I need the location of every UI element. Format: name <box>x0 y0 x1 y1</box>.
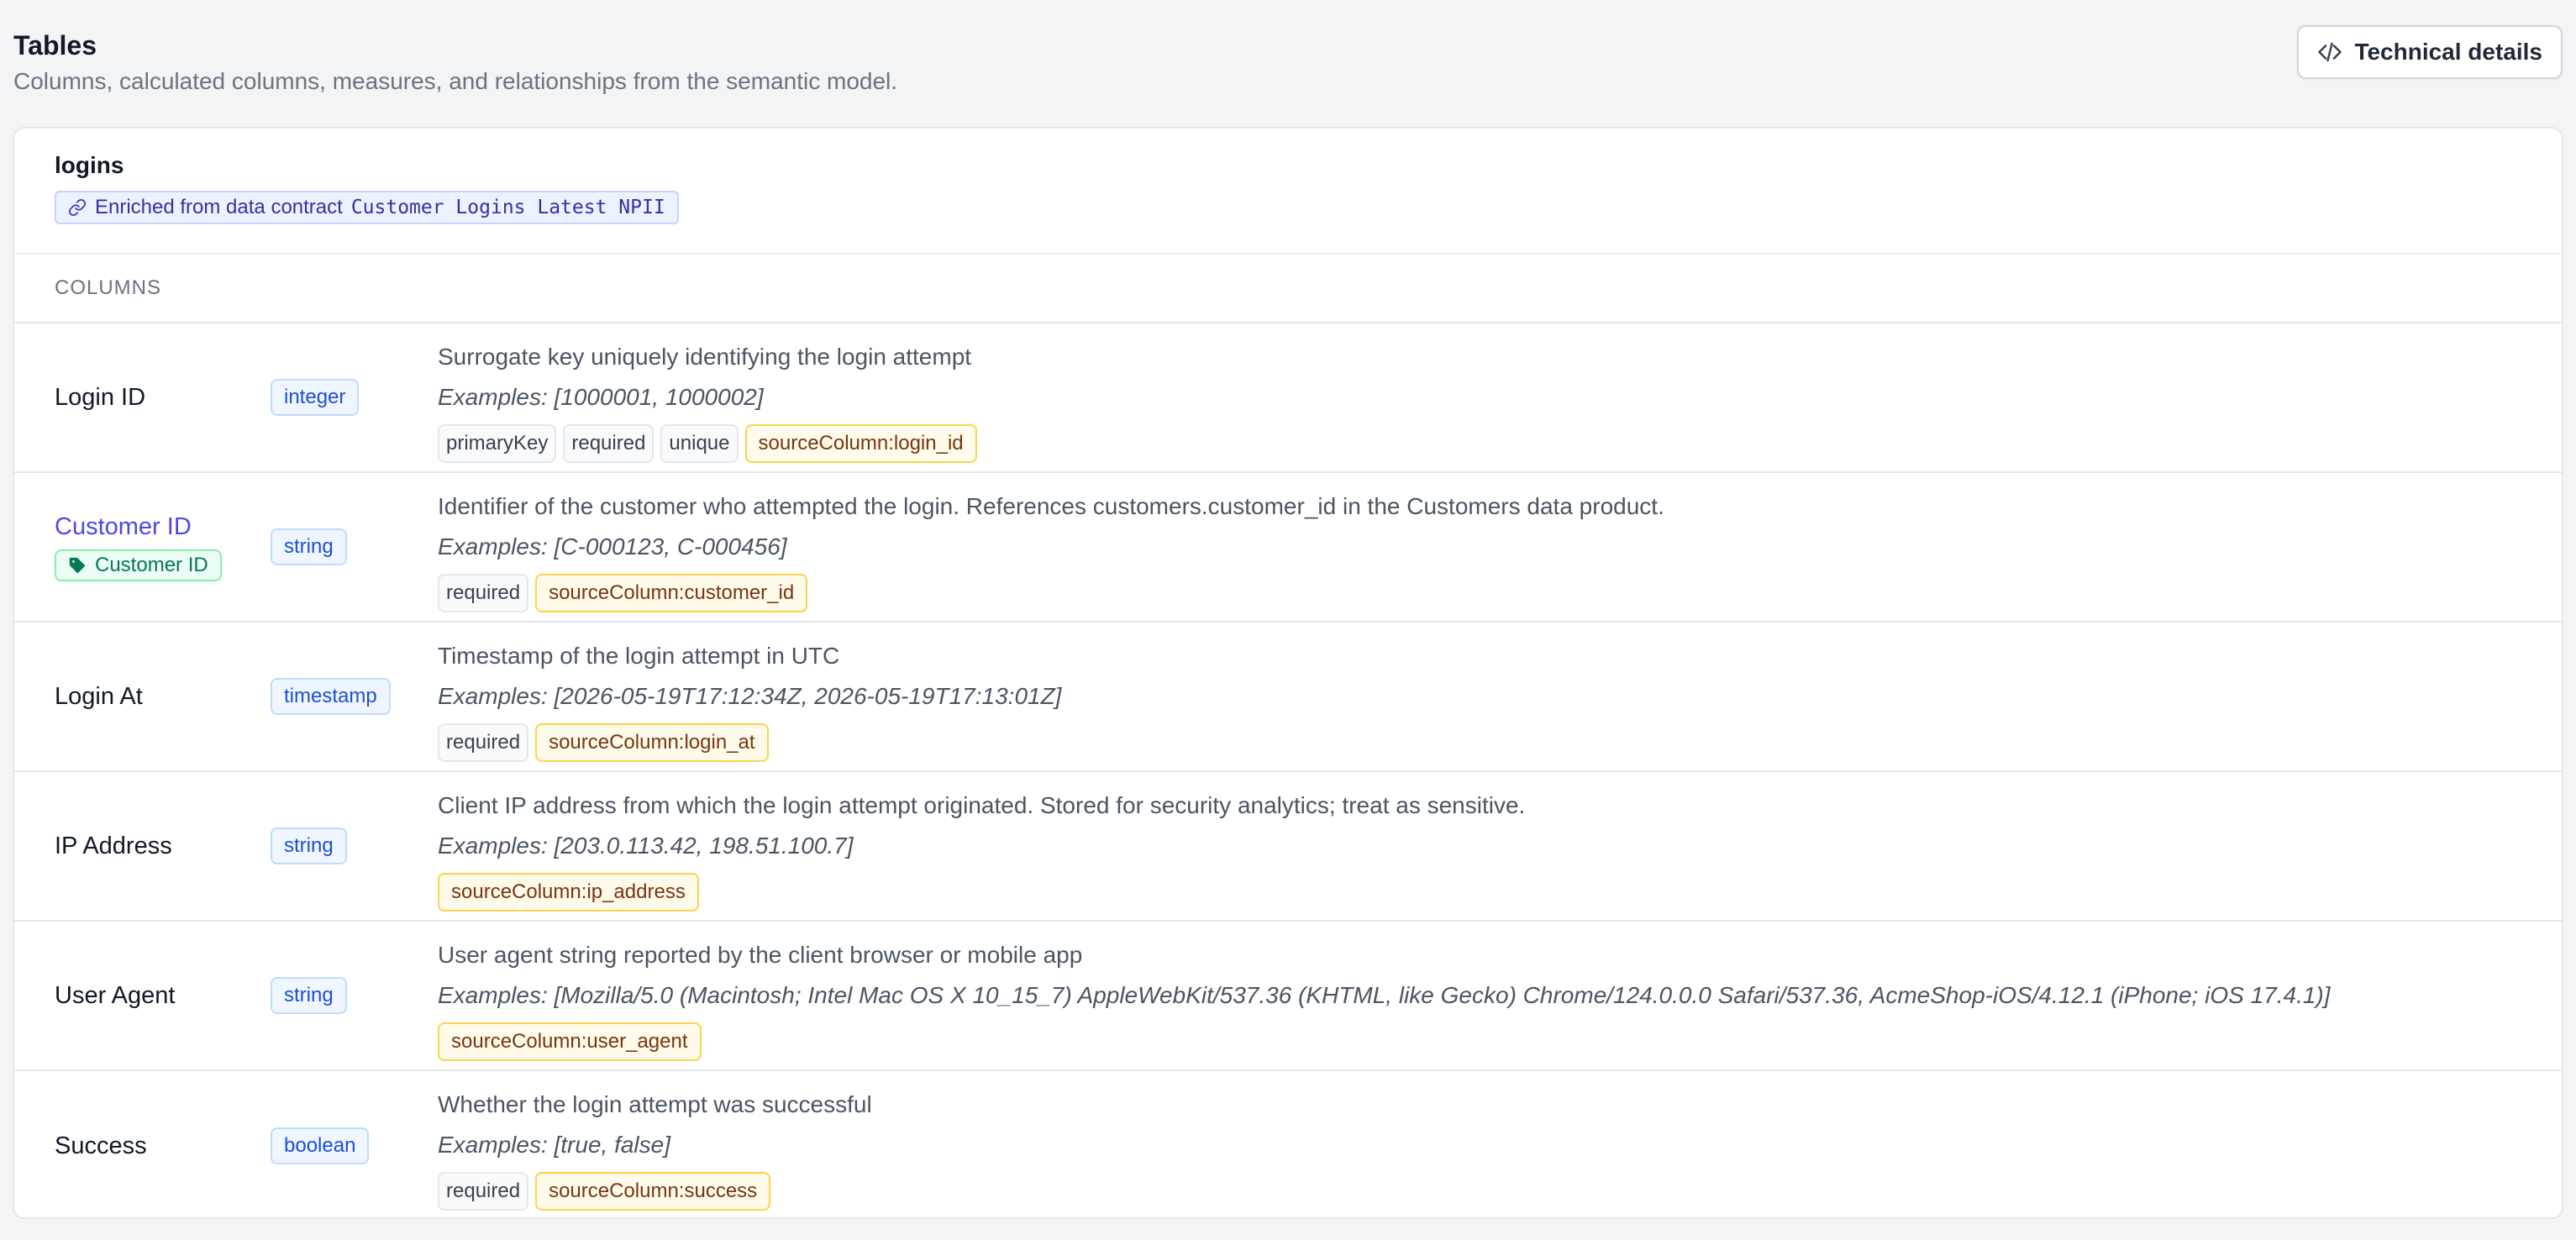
source-column-tag: sourceColumn:login_at <box>535 723 769 762</box>
source-column-tag: sourceColumn:success <box>535 1172 771 1211</box>
column-name-link[interactable]: Customer ID <box>55 513 222 541</box>
column-tags: required sourceColumn:customer_id <box>438 574 2545 612</box>
column-row: IP Address string Client IP address from w… <box>14 772 2562 922</box>
source-column-tag: sourceColumn:customer_id <box>535 574 808 612</box>
column-description: Timestamp of the login attempt in UTC <box>438 643 840 669</box>
column-examples: Examples: [Mozilla/5.0 (Macintosh; Intel… <box>438 982 2331 1008</box>
data-type-badge: timestamp <box>271 678 391 715</box>
data-contract-badge[interactable]: Enriched from data contract Customer Log… <box>55 191 679 224</box>
source-column-tag: sourceColumn:user_agent <box>438 1022 702 1061</box>
column-name: Login At <box>55 682 143 710</box>
column-tags: sourceColumn:ip_address <box>438 873 2545 912</box>
page-subtitle: Columns, calculated columns, measures, a… <box>13 68 898 94</box>
column-details: User agent string reported by the client… <box>438 938 2545 1061</box>
columns-list: Login ID integer Surrogate key uniquely id… <box>14 323 2562 1217</box>
page-title: Tables <box>13 30 97 60</box>
column-row: Login ID integer Surrogate key uniquely id… <box>14 323 2562 473</box>
data-type-badge: string <box>271 977 347 1014</box>
column-examples: Examples: [true, false] <box>438 1132 671 1158</box>
constraint-tag: required <box>563 424 655 463</box>
table-card: logins Enriched from data contract Custo… <box>13 127 2563 1219</box>
column-tags: required sourceColumn:success <box>438 1172 2545 1211</box>
column-name-cell: Customer ID Customer ID <box>55 473 222 621</box>
column-name: Success <box>55 1132 147 1159</box>
page-header: Tables Columns, calculated columns, meas… <box>13 29 897 97</box>
semantic-tag-label: Customer ID <box>95 553 208 576</box>
column-row: Success boolean Whether the login attempt … <box>14 1071 2562 1217</box>
code-icon <box>2317 39 2342 65</box>
column-details: Client IP address from which the login a… <box>438 789 2545 912</box>
column-name: User Agent <box>55 981 176 1009</box>
data-type-badge: integer <box>271 379 360 416</box>
constraint-tag: required <box>438 1172 529 1211</box>
column-details: Identifier of the customer who attempted… <box>438 490 2545 612</box>
column-name-cell: Success <box>55 1071 147 1217</box>
column-tags: sourceColumn:user_agent <box>438 1022 2545 1061</box>
column-row: User Agent string User agent string report… <box>14 922 2562 1071</box>
column-details: Surrogate key uniquely identifying the l… <box>438 340 2545 463</box>
column-name-cell: Login ID <box>55 323 145 471</box>
contract-name: Customer Logins Latest NPII <box>350 197 665 218</box>
column-tags: primaryKey required unique sourceColumn:log… <box>438 424 2545 463</box>
constraint-tag: required <box>438 574 529 612</box>
column-description: Identifier of the customer who attempted… <box>438 493 1664 519</box>
table-header: logins Enriched from data contract Custo… <box>14 129 2562 255</box>
column-name-cell: User Agent <box>55 922 175 1069</box>
constraint-tag: unique <box>660 424 739 463</box>
semantic-tag-badge[interactable]: Customer ID <box>55 549 222 581</box>
tag-icon <box>68 556 87 575</box>
columns-section-label: COLUMNS <box>14 255 2562 323</box>
technical-details-button[interactable]: Technical details <box>2297 25 2563 79</box>
column-examples: Examples: [2026-05-19T17:12:34Z, 2026-05… <box>438 683 1062 709</box>
column-name: IP Address <box>55 832 172 859</box>
column-description: User agent string reported by the client… <box>438 942 1083 968</box>
column-description: Surrogate key uniquely identifying the l… <box>438 344 972 370</box>
column-details: Timestamp of the login attempt in UTC Exa… <box>438 639 2545 762</box>
data-type-badge: boolean <box>271 1127 370 1164</box>
column-row: Login At timestamp Timestamp of the login … <box>14 623 2562 772</box>
data-type-badge: string <box>271 528 347 565</box>
column-examples: Examples: [1000001, 1000002] <box>438 384 764 410</box>
column-name-cell: IP Address <box>55 772 172 920</box>
table-name: logins <box>55 152 124 178</box>
column-row: Customer ID Customer ID string Identifier o… <box>14 473 2562 623</box>
column-description: Client IP address from which the login a… <box>438 792 1526 818</box>
column-description: Whether the login attempt was successful <box>438 1091 872 1117</box>
column-name: Login ID <box>55 383 146 411</box>
column-tags: required sourceColumn:login_at <box>438 723 2545 762</box>
constraint-tag: primaryKey <box>438 424 557 463</box>
contract-badge-prefix: Enriched from data contract <box>95 196 343 218</box>
column-examples: Examples: [C-000123, C-000456] <box>438 533 787 560</box>
link-icon <box>68 198 87 217</box>
column-examples: Examples: [203.0.113.42, 198.51.100.7] <box>438 833 854 859</box>
technical-details-label: Technical details <box>2354 39 2542 65</box>
column-details: Whether the login attempt was successful… <box>438 1088 2545 1211</box>
source-column-tag: sourceColumn:ip_address <box>438 873 699 912</box>
column-name-cell: Login At <box>55 623 143 770</box>
constraint-tag: required <box>438 723 529 762</box>
source-column-tag: sourceColumn:login_id <box>744 424 977 463</box>
data-type-badge: string <box>271 828 347 864</box>
